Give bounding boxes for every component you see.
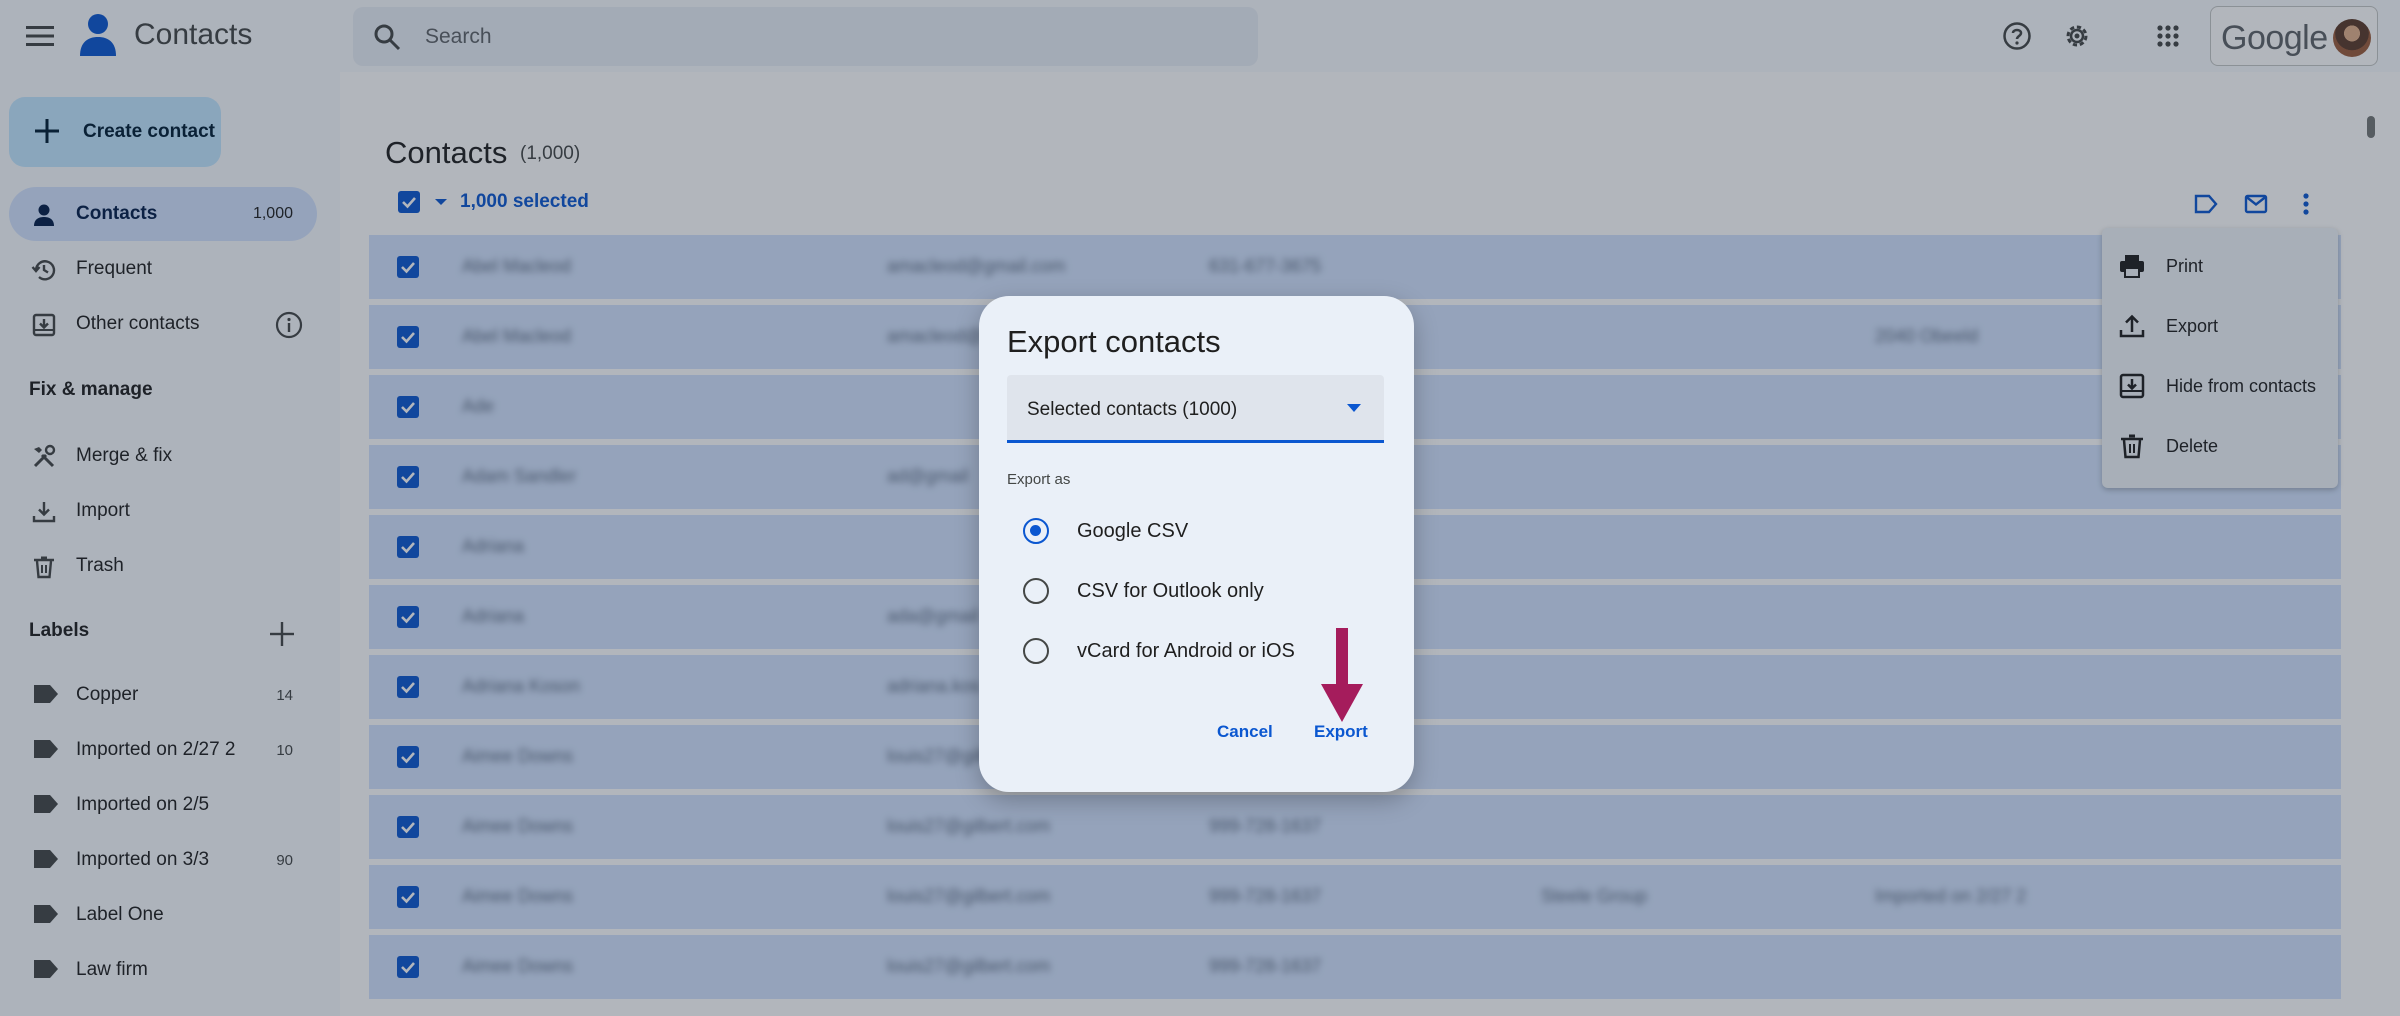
annotation-arrow-down-icon	[1321, 628, 1363, 722]
radio-label: vCard for Android or iOS	[1077, 640, 1295, 662]
radio-label: CSV for Outlook only	[1077, 580, 1264, 602]
export-button[interactable]: Export	[1314, 722, 1368, 742]
radio-button[interactable]	[1023, 518, 1049, 544]
dropdown-caret-icon	[1347, 404, 1361, 412]
cancel-button[interactable]: Cancel	[1217, 722, 1273, 742]
dialog-title: Export contacts	[1007, 324, 1221, 359]
export-scope-value: Selected contacts (1000)	[1027, 399, 1238, 420]
radio-label: Google CSV	[1077, 520, 1189, 542]
radio-google-csv[interactable]: Google CSV	[1023, 510, 1403, 550]
radio-button[interactable]	[1023, 578, 1049, 604]
radio-csv-outlook[interactable]: CSV for Outlook only	[1023, 570, 1403, 610]
export-as-label: Export as	[1007, 471, 1071, 488]
export-scope-select[interactable]: Selected contacts (1000)	[1007, 375, 1384, 443]
radio-button[interactable]	[1023, 638, 1049, 664]
